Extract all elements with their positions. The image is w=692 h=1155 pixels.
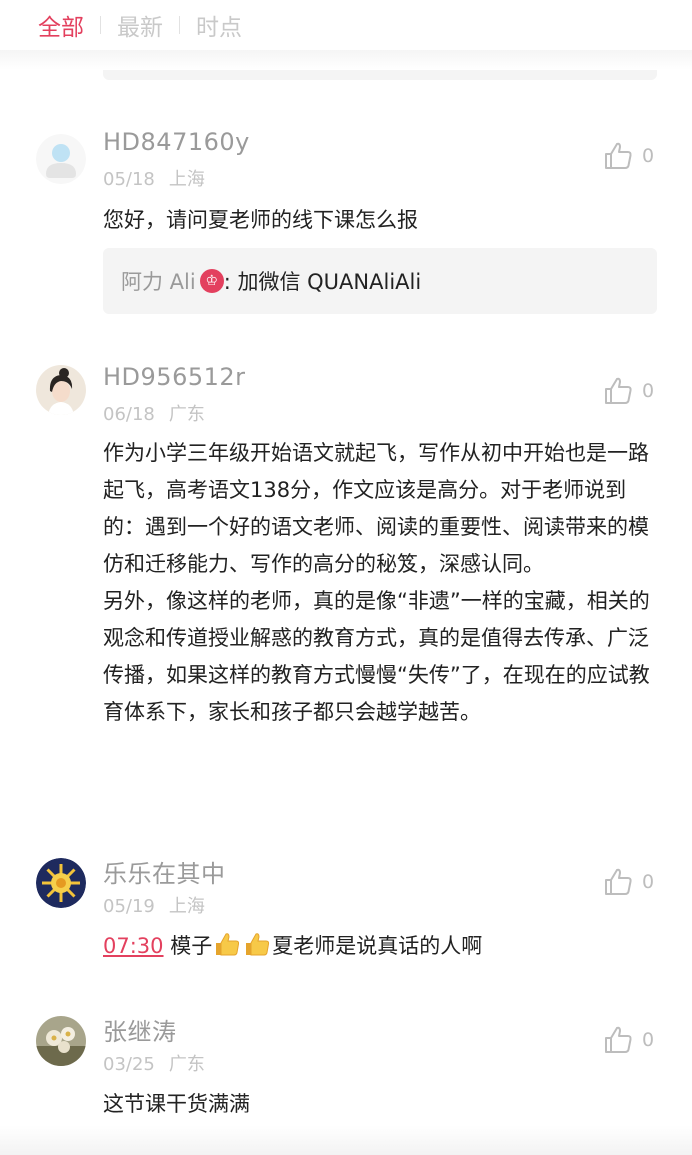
- comment-text: 作为小学三年级开始语文就起飞，写作从初中开始也是一路起飞，高考语文138分，作文…: [103, 435, 659, 731]
- tab-timepoint[interactable]: 时点: [196, 8, 242, 42]
- author-badge-icon: ♔: [199, 269, 224, 293]
- comment-filter-tabs: 全部 最新 时点: [0, 0, 692, 50]
- thumbs-up-icon: [605, 142, 632, 169]
- author-reply[interactable]: 阿力 Ali ♔ : 加微信 QUANAliAli: [103, 248, 657, 314]
- comment-location: 广东: [168, 404, 205, 425]
- comment-paragraph: 另外，像这样的老师，真的是像“非遗”一样的宝藏，相关的观念和传道授业解惑的教育方…: [103, 589, 650, 724]
- tab-divider: [179, 16, 180, 34]
- comment-username[interactable]: HD956512r: [103, 363, 246, 391]
- comment-date: 05/19: [103, 896, 155, 917]
- comment-location: 上海: [168, 896, 205, 917]
- flower-photo-avatar[interactable]: [36, 1016, 86, 1066]
- like-button[interactable]: 0: [602, 375, 654, 407]
- thumbs-up-emoji: [246, 933, 270, 956]
- like-button[interactable]: 0: [602, 866, 654, 898]
- comment-username[interactable]: HD847160y: [103, 128, 250, 156]
- comment-text: 07:30 模子 夏老师是说真话的人啊: [103, 928, 659, 965]
- default-user-icon[interactable]: [36, 134, 86, 184]
- comment-text-part: 模子: [163, 934, 213, 958]
- thumbs-up-emoji: [216, 933, 240, 956]
- sun-emblem-avatar[interactable]: [36, 858, 86, 908]
- comment-meta: 03/25 广东: [103, 1050, 205, 1076]
- tab-divider: [100, 16, 101, 34]
- reply-author: 阿力 Ali: [121, 270, 196, 294]
- comment-date: 03/25: [103, 1054, 155, 1075]
- like-count: 0: [642, 1029, 655, 1051]
- tab-all[interactable]: 全部: [38, 8, 84, 42]
- thumbs-up-icon: [605, 868, 632, 895]
- comment-location: 广东: [168, 1054, 205, 1075]
- comment-paragraph: 作为小学三年级开始语文就起飞，写作从初中开始也是一路起飞，高考语文138分，作文…: [103, 441, 649, 576]
- comment-meta: 06/18 广东: [103, 400, 205, 426]
- video-timestamp-link[interactable]: 07:30: [103, 934, 164, 958]
- scroll-shadow: [0, 50, 692, 70]
- like-count: 0: [642, 871, 655, 893]
- bottom-shadow: [0, 1125, 692, 1155]
- comment-text: 这节课干货满满: [103, 1092, 250, 1116]
- comment-username[interactable]: 张继涛: [103, 1012, 177, 1047]
- comment-location: 上海: [168, 169, 205, 190]
- like-count: 0: [642, 380, 655, 402]
- comment-meta: 05/19 上海: [103, 892, 205, 918]
- like-button[interactable]: 0: [602, 1024, 654, 1056]
- comment-date: 05/18: [103, 169, 155, 190]
- comment-date: 06/18: [103, 404, 155, 425]
- comment-text: 您好，请问夏老师的线下课怎么报: [103, 208, 418, 232]
- like-button[interactable]: 0: [602, 140, 654, 172]
- thumbs-up-icon: [605, 1026, 632, 1053]
- thumbs-up-icon: [605, 377, 632, 404]
- comment-meta: 05/18 上海: [103, 165, 205, 191]
- comment-text-part: 夏老师是说真话的人啊: [272, 934, 483, 958]
- comment-username[interactable]: 乐乐在其中: [103, 854, 226, 889]
- like-count: 0: [642, 145, 655, 167]
- girl-photo-avatar[interactable]: [36, 365, 86, 415]
- tab-latest[interactable]: 最新: [117, 8, 163, 42]
- reply-text: : 加微信 QUANAliAli: [223, 270, 422, 294]
